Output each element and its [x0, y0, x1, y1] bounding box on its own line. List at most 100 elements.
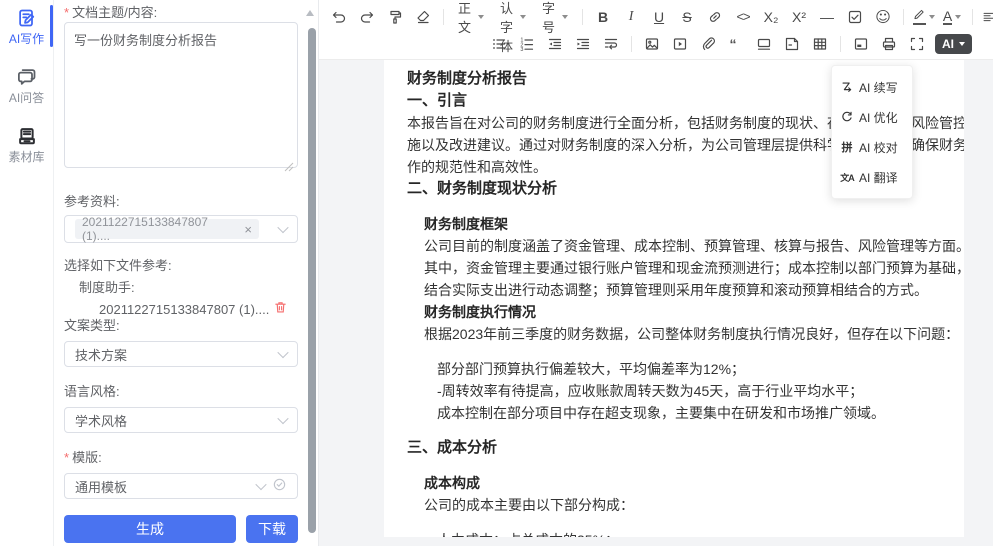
- todo-checkbox-icon: [847, 9, 863, 25]
- rich-text-editor: 正文 默认字体 字号 B I U S <> X₂ X² — ☺ A: [319, 0, 993, 546]
- editor-canvas: 财务制度分析报告一、引言本报告旨在对公司的财务制度进行全面分析，包括财务制度的现…: [319, 60, 993, 546]
- horizontal-rule-button[interactable]: —: [813, 5, 841, 29]
- nav-label: AI问答: [9, 89, 44, 106]
- clear-format-icon: [415, 9, 431, 25]
- fullscreen-button[interactable]: [903, 32, 931, 56]
- document-line: 成本控制在部分项目中存在超支现象，主要集中在研发和市场推广领域。: [407, 402, 941, 424]
- document-line: 根据2023年前三季度的财务数据，公司整体财务制度执行情况良好，但存在以下问题：: [407, 323, 941, 345]
- menu-item-ai-optimize[interactable]: AI 优化: [832, 102, 912, 132]
- indent-button[interactable]: [569, 32, 597, 56]
- embed-icon: [853, 36, 869, 52]
- ai-translate-icon: 文A: [840, 171, 854, 184]
- menu-item-ai-proofread[interactable]: 拼 AI 校对: [832, 132, 912, 162]
- check-circle-icon: [265, 477, 287, 495]
- snippet-button[interactable]: [778, 32, 806, 56]
- bold-button[interactable]: B: [589, 5, 617, 29]
- outdent-button[interactable]: [541, 32, 569, 56]
- format-painter-button[interactable]: [381, 5, 409, 29]
- italic-button[interactable]: I: [617, 5, 645, 29]
- font-color-button[interactable]: A: [938, 5, 966, 29]
- table-button[interactable]: [806, 32, 834, 56]
- strikethrough-button[interactable]: S: [673, 5, 701, 29]
- todo-checkbox-button[interactable]: [841, 5, 869, 29]
- language-style-select[interactable]: 学术风格: [64, 407, 298, 433]
- panel-scrollbar[interactable]: [308, 28, 316, 533]
- quote-button[interactable]: “: [722, 32, 750, 56]
- panel-scroll-up-arrow[interactable]: [306, 10, 314, 16]
- copy-type-select[interactable]: 技术方案: [64, 341, 298, 367]
- divider-block-icon: [756, 36, 772, 52]
- video-icon: [672, 36, 688, 52]
- editor-toolbar: 正文 默认字体 字号 B I U S <> X₂ X² — ☺ A: [319, 0, 993, 60]
- nav-label: 素材库: [8, 148, 44, 165]
- undo-icon: [331, 9, 347, 25]
- document-line: 其中，资金管理主要通过银行账户管理和现金流预测进行；成本控制以部门预算为基础，: [407, 257, 941, 279]
- ai-optimize-icon: [840, 110, 854, 124]
- file-section-label: 选择如下文件参考:: [64, 257, 298, 275]
- download-button[interactable]: 下载: [246, 515, 298, 543]
- language-style-label: 语言风格:: [64, 383, 298, 401]
- underline-button[interactable]: U: [645, 5, 673, 29]
- print-button[interactable]: [875, 32, 903, 56]
- topic-input[interactable]: 写一份财务制度分析报告: [64, 22, 298, 168]
- delete-file-button[interactable]: [273, 300, 288, 318]
- document-line: 公司目前的制度涵盖了资金管理、成本控制、预算管理、核算与报告、风险管理等方面。: [407, 235, 941, 257]
- table-icon: [812, 36, 828, 52]
- app-window: AI写作 AI问答 素材库 *文档主题/内容: 写一份财务制度分析报告 参考资料…: [0, 0, 993, 546]
- document-line: 财务制度框架: [407, 213, 941, 235]
- reference-select[interactable]: 2021122715133847807 (1).... ×: [64, 215, 298, 243]
- clear-format-button[interactable]: [409, 5, 437, 29]
- document-line: 成本构成: [407, 472, 941, 494]
- nav-item-material-library[interactable]: 素材库: [0, 126, 53, 165]
- indent-icon: [575, 36, 591, 52]
- align-button[interactable]: [979, 5, 993, 29]
- superscript-button[interactable]: X²: [785, 5, 813, 29]
- template-label: *模版:: [64, 449, 298, 467]
- bullet-list-button[interactable]: [485, 32, 513, 56]
- nav-rail: AI写作 AI问答 素材库: [0, 0, 54, 546]
- font-family-select[interactable]: 默认字体: [492, 5, 534, 29]
- ai-actions-menu: AI 续写 AI 优化 拼 AI 校对 文A AI 翻译: [831, 65, 913, 199]
- attachment-icon: [700, 36, 716, 52]
- nav-item-ai-writing[interactable]: AI写作: [0, 8, 53, 47]
- template-select[interactable]: 通用模板: [64, 473, 298, 499]
- embed-button[interactable]: [847, 32, 875, 56]
- svg-text:3: 3: [520, 47, 523, 52]
- generate-button[interactable]: 生成: [64, 515, 236, 543]
- font-size-select[interactable]: 字号: [534, 5, 576, 29]
- text-wrap-button[interactable]: [597, 32, 625, 56]
- nav-item-ai-chat[interactable]: AI问答: [0, 67, 53, 106]
- print-icon: [881, 36, 897, 52]
- copy-type-label: 文案类型:: [64, 317, 298, 335]
- image-button[interactable]: [638, 32, 666, 56]
- redo-button[interactable]: [353, 5, 381, 29]
- topic-label: *文档主题/内容:: [64, 4, 298, 22]
- attachment-button[interactable]: [694, 32, 722, 56]
- ordered-list-button[interactable]: 123: [513, 32, 541, 56]
- menu-item-ai-translate[interactable]: 文A AI 翻译: [832, 162, 912, 192]
- document-line: 结合实际支出进行动态调整；预算管理则采用年度预算和滚动预算相结合的方式。: [407, 279, 941, 301]
- toolbar-row-1: 正文 默认字体 字号 B I U S <> X₂ X² — ☺ A: [325, 3, 987, 30]
- emoji-button[interactable]: ☺: [869, 5, 897, 29]
- caret-down-icon: [478, 15, 484, 19]
- outdent-icon: [547, 36, 563, 52]
- subscript-button[interactable]: X₂: [757, 5, 785, 29]
- quote-icon: “: [728, 36, 744, 52]
- menu-item-ai-continue[interactable]: AI 续写: [832, 72, 912, 102]
- ai-dropdown-button[interactable]: AI: [935, 34, 972, 54]
- paragraph-style-select[interactable]: 正文: [450, 5, 492, 29]
- bullet-list-icon: [491, 36, 507, 52]
- video-button[interactable]: [666, 32, 694, 56]
- document-line: 公司的成本主要由以下部分构成：: [407, 494, 941, 516]
- link-button[interactable]: [701, 5, 729, 29]
- link-icon: [707, 9, 723, 25]
- undo-button[interactable]: [325, 5, 353, 29]
- code-button[interactable]: <>: [729, 5, 757, 29]
- highlight-pen-button[interactable]: [910, 5, 938, 29]
- document-line: 人力成本：占总成本的35%；: [407, 529, 941, 537]
- remove-tag-icon[interactable]: ×: [244, 222, 252, 237]
- redo-icon: [359, 9, 375, 25]
- caret-down-icon: [520, 15, 526, 19]
- format-painter-icon: [387, 9, 403, 25]
- divider-block-button[interactable]: [750, 32, 778, 56]
